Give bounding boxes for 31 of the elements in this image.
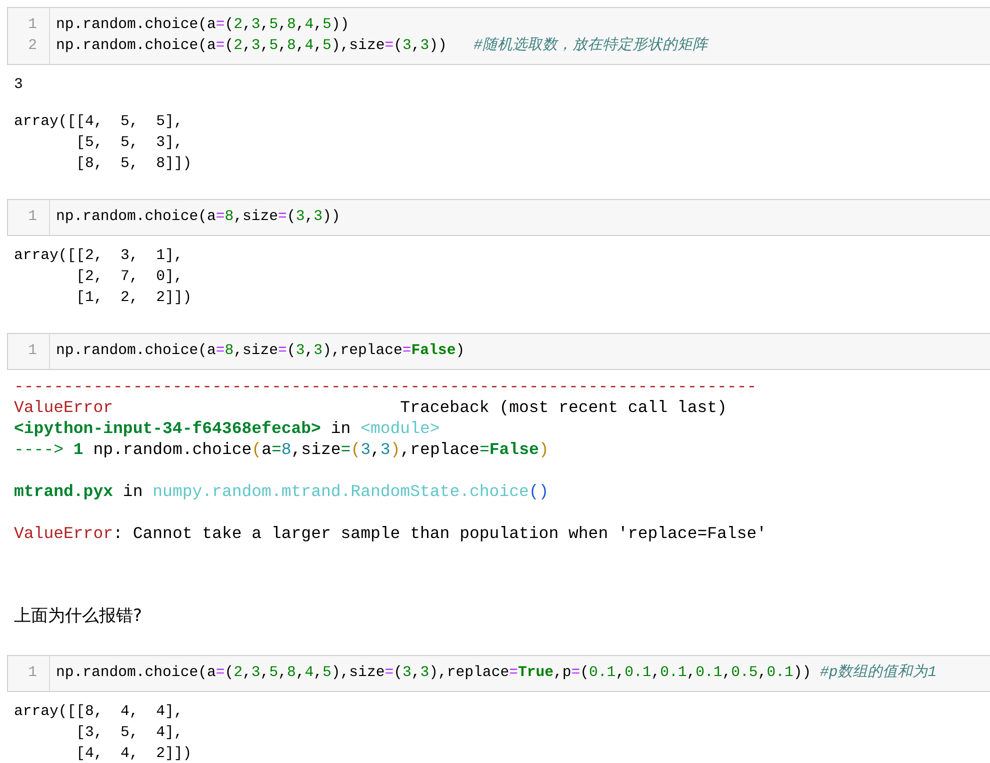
output-line: [4, 4, 2]]) [75, 745, 193, 763]
line-number: 1 [27, 664, 38, 683]
output-line: [5, 5, 3], [75, 134, 184, 153]
traceback-line: ValueError Traceback (most recent call last) [14, 397, 728, 418]
traceback-line: mtrand.pyx in numpy.random.mtrand.RandomState.choice() [14, 481, 550, 502]
code-cell[interactable]: 1 np.random.choice(a=8,size=(3,3)) [7, 199, 990, 236]
output-line: [1, 2, 2]]) [75, 289, 193, 308]
code-cell[interactable]: 1 np.random.choice(a=8,size=(3,3),replace=False) [7, 333, 990, 370]
traceback-line: ValueError: Cannot take a larger sample than population when 'replace=False' [14, 523, 768, 544]
code-line: np.random.choice(a=8,size=(3,3),replace=False) [56, 342, 465, 361]
line-number: 2 [27, 37, 38, 56]
output-line: [8, 5, 8]]) [75, 155, 193, 174]
output-line: array([[2, 3, 1], [14, 247, 184, 266]
output-line: 3 [14, 76, 24, 95]
markdown-text: 上面为什么报错? [14, 605, 144, 627]
line-number: 1 [27, 208, 38, 227]
code-line: np.random.choice(a=(2,3,5,8,4,5),size=(3,3),replace=True,p=(0.1,0.1,0.1,0.1,0.5,0.1)) #p数组的值和为1 [56, 663, 937, 683]
code-line: np.random.choice(a=(2,3,5,8,4,5),size=(3,3)) #随机选取数，放在特定形状的矩阵 [56, 36, 708, 56]
code-cell[interactable]: 1 2 np.random.choice(a=(2,3,5,8,4,5)) np.random.choice(a=(2,3,5,8,4,5),size=(3,3)) #随机选取数，放在特定形状的矩阵 [7, 7, 990, 65]
code-line: np.random.choice(a=8,size=(3,3)) [56, 208, 340, 227]
output-line: [2, 7, 0], [75, 268, 184, 287]
traceback-line: ----> 1 np.random.choice(a=8,size=(3,3),replace=False) [14, 439, 550, 460]
code-line: np.random.choice(a=(2,3,5,8,4,5)) [56, 16, 350, 35]
line-number: 1 [27, 342, 38, 361]
code-cell[interactable]: 1 np.random.choice(a=(2,3,5,8,4,5),size=(3,3),replace=True,p=(0.1,0.1,0.1,0.1,0.5,0.1)) #p数组的值和为1 [7, 655, 990, 692]
output-line: array([[8, 4, 4], [14, 703, 184, 722]
traceback-line: --------------------------------------------------------------------------- [14, 376, 758, 397]
output-line: array([[4, 5, 5], [14, 113, 184, 132]
output-line: [3, 5, 4], [75, 724, 184, 743]
traceback-line: <ipython-input-34-f64368efecab> in <module> [14, 418, 441, 439]
line-number: 1 [27, 16, 38, 35]
